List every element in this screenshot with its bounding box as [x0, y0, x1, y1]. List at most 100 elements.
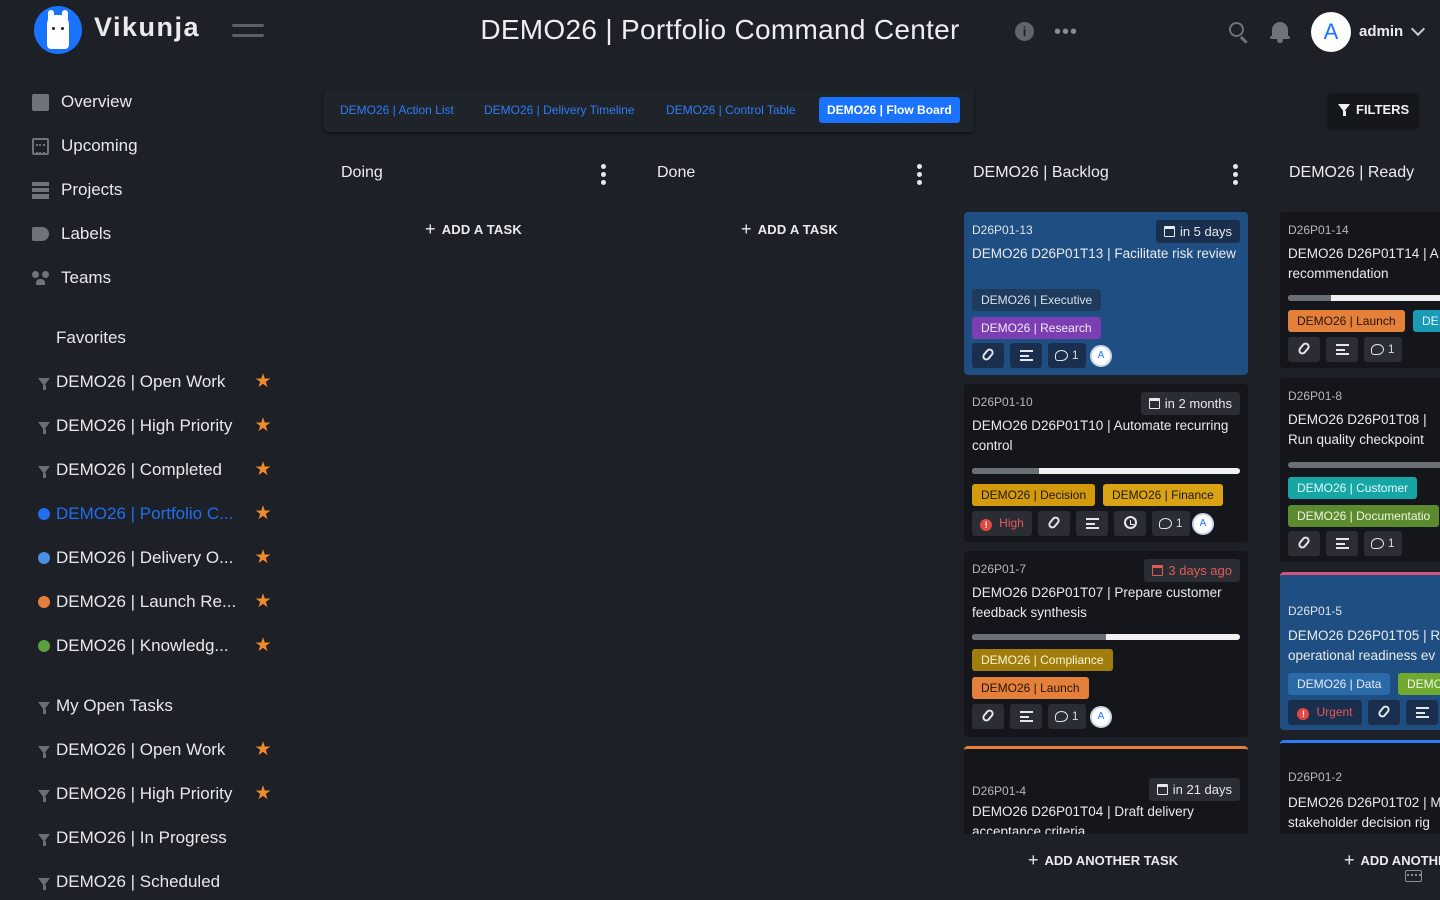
due-date-text: in 5 days [1179, 224, 1232, 239]
search-icon[interactable] [1228, 21, 1250, 44]
attachment-icon [972, 704, 1004, 729]
label-pill: DEMO26 | Executive [972, 289, 1102, 311]
bucket-menu-icon[interactable] [917, 164, 923, 186]
favorite-label: DEMO26 | High Priority [56, 416, 233, 435]
nav-projects[interactable]: Projects [32, 175, 122, 205]
task-card[interactable]: D26P01-13 in 5 days DEMO26 D26P01T13 | F… [964, 212, 1248, 375]
notifications-bell-icon[interactable] [1270, 21, 1290, 43]
progress-fill [972, 634, 1106, 640]
task-card[interactable]: D26P01-5 DEMO26 D26P01T05 | R operationa… [1280, 572, 1440, 730]
saved-filter-item[interactable]: DEMO26 | Scheduled [32, 867, 272, 897]
star-icon[interactable]: ★ [254, 740, 272, 759]
star-icon[interactable]: ★ [254, 636, 272, 655]
favorite-project-item[interactable]: DEMO26 | Delivery O... ★ [32, 543, 272, 573]
assignee-avatar: A [1090, 706, 1112, 728]
bucket-ready-cards: D26P01-14 DEMO26 D26P01T14 | A launch re… [1280, 200, 1440, 834]
plus-icon: + [741, 219, 752, 239]
saved-filter-item[interactable]: DEMO26 | High Priority ★ [32, 779, 272, 809]
users-icon [32, 271, 49, 285]
favorite-project-item[interactable]: DEMO26 | Launch Re... ★ [32, 587, 272, 617]
nav-overview[interactable]: Overview [32, 87, 132, 117]
project-color-dot [38, 552, 50, 564]
more-options-icon[interactable]: ••• [1054, 22, 1078, 42]
favorite-filter-item[interactable]: DEMO26 | High Priority ★ [32, 411, 272, 441]
due-date-text: in 21 days [1172, 782, 1232, 797]
progress-fill [972, 468, 1039, 474]
calendar-icon [1152, 565, 1164, 576]
menu-toggle-icon[interactable] [232, 24, 264, 42]
bucket-menu-icon[interactable] [1233, 164, 1239, 186]
vikunja-logo-icon[interactable] [34, 6, 82, 54]
progress-fill [1288, 462, 1440, 468]
filters-button[interactable]: FILTERS [1328, 93, 1418, 127]
user-name[interactable]: admin [1359, 23, 1403, 40]
bucket-title-backlog[interactable]: DEMO26 | Backlog [973, 164, 1109, 182]
saved-filter-item[interactable]: DEMO26 | Open Work ★ [32, 735, 272, 765]
favorite-label: DEMO26 | Portfolio C... [56, 504, 234, 523]
nav-upcoming[interactable]: Upcoming [32, 131, 138, 161]
add-another-label: ADD ANOTHER TASK [1044, 853, 1179, 868]
nav-teams[interactable]: Teams [32, 263, 111, 293]
saved-filter-item[interactable]: DEMO26 | In Progress [32, 823, 272, 853]
add-another-task-button[interactable]: + ADD ANOTHER TASK [1028, 850, 1178, 871]
label-pill: DEMO26 | Data [1288, 673, 1391, 695]
due-date-badge: in 21 days [1148, 778, 1240, 801]
filter-icon [38, 422, 50, 434]
filter-label: DEMO26 | Scheduled [56, 872, 221, 891]
user-avatar[interactable]: A [1311, 12, 1351, 52]
star-icon[interactable]: ★ [254, 784, 272, 803]
task-card[interactable]: D26P01-14 DEMO26 D26P01T14 | A launch re… [1280, 212, 1440, 368]
tab-flow-board[interactable]: DEMO26 | Flow Board [819, 97, 960, 123]
task-card[interactable]: D26P01-7 3 days ago DEMO26 D26P01T07 | P… [964, 551, 1248, 737]
star-icon[interactable]: ★ [254, 548, 272, 567]
bucket-title-doing[interactable]: Doing [341, 164, 383, 182]
filters-button-label: FILTERS [1356, 102, 1410, 117]
favorite-filter-item[interactable]: DEMO26 | Completed ★ [32, 455, 272, 485]
favorite-filter-item[interactable]: DEMO26 | Open Work ★ [32, 367, 272, 397]
chevron-down-icon[interactable] [1410, 21, 1426, 37]
star-icon[interactable]: ★ [254, 592, 272, 611]
filter-icon [38, 878, 50, 890]
progress-bar [1288, 295, 1440, 301]
favorite-project-item-active[interactable]: DEMO26 | Portfolio C... ★ [32, 499, 272, 529]
filter-label: DEMO26 | High Priority [56, 784, 233, 803]
progress-bar [972, 468, 1240, 474]
bucket-title-done[interactable]: Done [657, 164, 695, 182]
task-card[interactable]: D26P01-8 DEMO26 D26P01T08 | Run quality … [1280, 378, 1440, 562]
tab-control-table[interactable]: DEMO26 | Control Table [658, 97, 804, 123]
saved-filter-item[interactable]: My Open Tasks [32, 691, 272, 721]
brand-name[interactable]: Vikunja [94, 12, 200, 43]
task-title: DEMO26 D26P01T07 | Prepare customer feed… [972, 585, 1222, 620]
task-title: DEMO26 D26P01T05 | R operational readine… [1288, 628, 1440, 663]
filter-label: DEMO26 | In Progress [56, 828, 227, 847]
task-identifier: D26P01-2 [1288, 770, 1343, 784]
task-card[interactable]: D26P01-4 in 21 days DEMO26 D26P01T04 | D… [964, 746, 1248, 834]
star-icon[interactable]: ★ [254, 504, 272, 523]
info-icon[interactable]: i [1015, 22, 1034, 41]
task-card[interactable]: D26P01-2 DEMO26 D26P01T02 | M stakeholde… [1280, 740, 1440, 834]
tab-action-list[interactable]: DEMO26 | Action List [332, 97, 462, 123]
add-task-button-doing[interactable]: + ADD A TASK [425, 219, 522, 240]
add-another-task-button-ready[interactable]: + ADD ANOTHER TASK [1344, 850, 1440, 871]
keyboard-shortcuts-icon[interactable] [1405, 870, 1422, 882]
attachment-icon [972, 343, 1004, 368]
star-icon[interactable]: ★ [254, 460, 272, 479]
filter-label: My Open Tasks [56, 696, 173, 715]
nav-labels[interactable]: Labels [32, 219, 111, 249]
tab-delivery-timeline[interactable]: DEMO26 | Delivery Timeline [476, 97, 643, 123]
bucket-menu-icon[interactable] [601, 164, 607, 186]
star-icon[interactable]: ★ [254, 416, 272, 435]
bucket-title-ready[interactable]: DEMO26 | Ready [1289, 164, 1414, 182]
calendar-icon [1156, 784, 1168, 795]
favorite-project-item[interactable]: DEMO26 | Knowledg... ★ [32, 631, 272, 661]
add-task-button-done[interactable]: + ADD A TASK [741, 219, 838, 240]
task-card[interactable]: D26P01-10 in 2 months DEMO26 D26P01T10 |… [964, 384, 1248, 542]
due-date-badge-overdue: 3 days ago [1144, 559, 1240, 582]
calendar-icon [1163, 226, 1175, 237]
comment-icon [1055, 711, 1069, 722]
page-title: DEMO26 | Portfolio Command Center [480, 14, 960, 45]
view-switcher: DEMO26 | Action List DEMO26 | Delivery T… [324, 89, 974, 132]
bucket-backlog-cards: D26P01-13 in 5 days DEMO26 D26P01T13 | F… [964, 200, 1248, 834]
filter-icon [38, 466, 50, 478]
star-icon[interactable]: ★ [254, 372, 272, 391]
